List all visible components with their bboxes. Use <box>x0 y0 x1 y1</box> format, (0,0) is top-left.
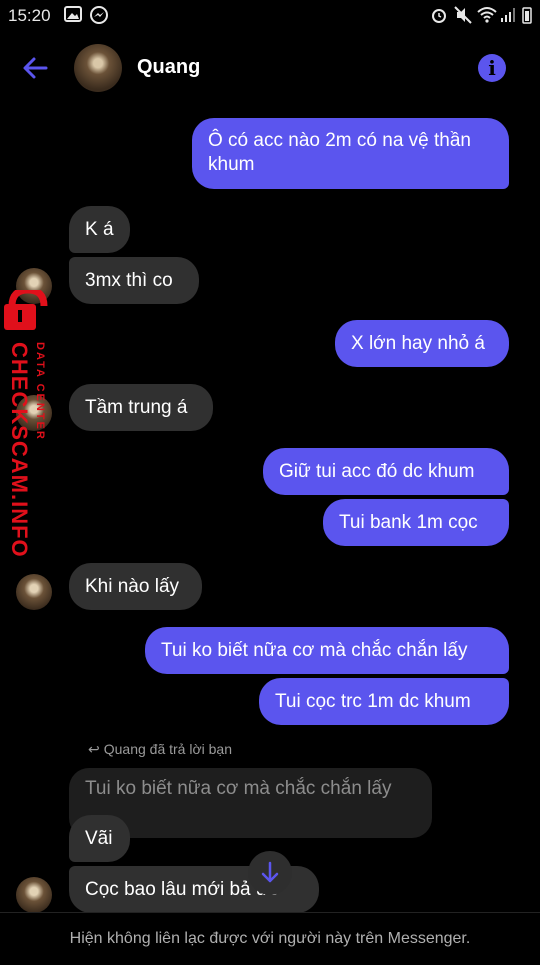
reply-icon: ↩ <box>88 741 100 757</box>
message-text: Tui ko biết nữa cơ mà chắc chắn lấy <box>161 639 468 661</box>
chat-header: Quang i <box>0 32 540 104</box>
sender-avatar <box>16 574 52 610</box>
message-text: khum <box>208 154 255 175</box>
message-text: Ô có acc nào 2m có na vệ thần <box>208 130 471 151</box>
arrow-down-icon <box>261 861 279 883</box>
message-bubble-outgoing[interactable]: Tui ko biết nữa cơ mà chắc chắn lấy <box>145 627 509 674</box>
reply-note: ↩ Quang đã trả lời bạn <box>88 741 232 757</box>
message-bubble-incoming[interactable]: 3mx thì co <box>69 257 199 304</box>
message-bubble-incoming[interactable]: Vãi <box>69 815 130 862</box>
contact-avatar[interactable] <box>74 44 122 92</box>
mute-icon <box>454 6 472 24</box>
battery-icon <box>522 7 532 24</box>
signal-icon <box>501 8 515 22</box>
watermark: CHECKSCAM.INFO DATA CENTER <box>0 286 70 560</box>
message-bubble-incoming[interactable]: Khi nào lấy <box>69 563 202 610</box>
message-text: Vãi <box>85 827 113 849</box>
message-bubble-outgoing[interactable]: Tui cọc trc 1m dc khum <box>259 678 509 725</box>
contact-name[interactable]: Quang <box>137 56 200 79</box>
watermark-sub: DATA CENTER <box>34 342 46 441</box>
message-text: Khi nào lấy <box>85 575 180 597</box>
blocked-notice: Hiện không liên lạc được với người này t… <box>0 912 540 961</box>
arrow-left-icon[interactable] <box>20 52 52 84</box>
status-bar: 15:20 <box>0 0 540 32</box>
message-text: 3mx thì co <box>85 269 173 291</box>
message-bubble-incoming[interactable]: K á <box>69 206 130 253</box>
message-bubble-outgoing[interactable]: X lớn hay nhỏ á <box>335 320 509 367</box>
quoted-text: Tui ko biết nữa cơ mà chắc chắn lấy <box>85 778 392 799</box>
message-bubble-outgoing[interactable]: Ô có acc nào 2m có na vệ thần khum <box>192 118 509 189</box>
message-bubble-outgoing[interactable]: Giữ tui acc đó dc khum <box>263 448 509 495</box>
alarm-icon <box>432 9 446 23</box>
message-text: X lớn hay nhỏ á <box>351 332 485 354</box>
image-icon <box>64 6 82 22</box>
status-time: 15:20 <box>8 6 51 25</box>
message-bubble-outgoing[interactable]: Tui bank 1m cọc <box>323 499 509 546</box>
message-text: Tui cọc trc 1m dc khum <box>275 690 471 712</box>
sender-avatar <box>16 877 52 913</box>
info-icon[interactable]: i <box>478 54 506 82</box>
message-text: K á <box>85 218 114 240</box>
message-text: Giữ tui acc đó dc khum <box>279 460 475 482</box>
watermark-main: CHECKSCAM.INFO <box>7 342 32 558</box>
messenger-icon <box>90 6 108 24</box>
scroll-down-button[interactable] <box>248 851 292 895</box>
message-text: Tui bank 1m cọc <box>339 511 478 533</box>
message-text: Tầm trung á <box>85 396 188 418</box>
wifi-icon <box>477 7 497 23</box>
message-bubble-incoming[interactable]: Tầm trung á <box>69 384 213 431</box>
